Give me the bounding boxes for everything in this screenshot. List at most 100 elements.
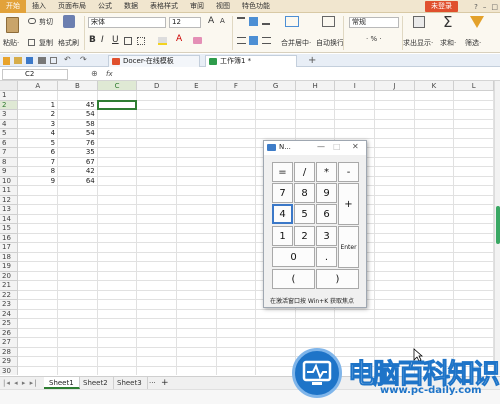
cell[interactable] bbox=[255, 309, 296, 319]
cell[interactable] bbox=[97, 280, 138, 291]
row-header[interactable]: 28 bbox=[0, 347, 19, 357]
column-header[interactable]: J bbox=[374, 81, 415, 91]
font-size-select[interactable]: 12 bbox=[169, 17, 201, 28]
cell[interactable] bbox=[374, 280, 415, 291]
key-9[interactable]: 9 bbox=[316, 183, 337, 203]
column-header[interactable]: E bbox=[176, 81, 217, 91]
cell[interactable] bbox=[97, 204, 138, 215]
name-box[interactable]: C2 bbox=[2, 69, 68, 80]
active-cell[interactable] bbox=[97, 100, 138, 110]
cell[interactable] bbox=[216, 176, 257, 186]
sum-button[interactable]: 求和· bbox=[440, 38, 456, 48]
cell[interactable] bbox=[453, 166, 494, 177]
cell[interactable] bbox=[216, 195, 257, 205]
row-header[interactable]: 30 bbox=[0, 366, 19, 375]
cell[interactable] bbox=[57, 233, 98, 243]
key-add[interactable]: + bbox=[338, 183, 359, 225]
cell[interactable] bbox=[453, 100, 494, 110]
cell[interactable] bbox=[453, 223, 494, 234]
cell[interactable] bbox=[334, 309, 376, 319]
border-icon[interactable] bbox=[124, 37, 132, 45]
row-header[interactable]: 10 bbox=[0, 176, 19, 186]
key-decimal[interactable]: . bbox=[316, 247, 337, 267]
cell[interactable] bbox=[17, 90, 59, 101]
cell[interactable] bbox=[216, 261, 257, 272]
cell[interactable] bbox=[17, 204, 59, 215]
cell[interactable] bbox=[97, 90, 138, 101]
cell[interactable] bbox=[414, 109, 455, 120]
number-format-select[interactable]: 常规 bbox=[349, 17, 399, 28]
column-header[interactable]: K bbox=[414, 81, 455, 91]
login-button[interactable]: 未登录 bbox=[425, 1, 458, 12]
cell[interactable] bbox=[453, 90, 494, 101]
cell[interactable] bbox=[414, 204, 455, 215]
cell[interactable] bbox=[414, 176, 455, 186]
close-icon[interactable]: ✕ bbox=[352, 142, 359, 151]
cell[interactable] bbox=[97, 290, 138, 300]
cell[interactable] bbox=[17, 242, 59, 253]
scroll-thumb[interactable] bbox=[496, 206, 500, 244]
cell[interactable] bbox=[97, 157, 138, 167]
cell[interactable] bbox=[374, 166, 415, 177]
cell[interactable] bbox=[176, 252, 217, 262]
percent-button[interactable]: · % · bbox=[366, 35, 382, 43]
menu-special[interactable]: 特色功能 bbox=[236, 0, 276, 13]
cell[interactable] bbox=[176, 166, 217, 177]
cell[interactable] bbox=[136, 128, 177, 139]
print-icon[interactable] bbox=[38, 57, 46, 64]
key-5[interactable]: 5 bbox=[294, 204, 315, 224]
menu-view[interactable]: 视图 bbox=[210, 0, 236, 13]
cell[interactable] bbox=[97, 299, 138, 310]
cell[interactable] bbox=[374, 90, 415, 101]
align-top-icon[interactable] bbox=[237, 17, 245, 25]
cell[interactable] bbox=[453, 157, 494, 167]
cell[interactable] bbox=[97, 147, 138, 158]
cell[interactable] bbox=[255, 366, 296, 375]
minimize-icon[interactable]: — bbox=[317, 142, 325, 151]
cell[interactable] bbox=[374, 299, 415, 310]
formula-input[interactable] bbox=[122, 69, 498, 80]
add-sheet-button[interactable]: + bbox=[156, 377, 174, 389]
cell[interactable] bbox=[453, 261, 494, 272]
cell[interactable] bbox=[176, 299, 217, 310]
row-header[interactable]: 27 bbox=[0, 337, 19, 348]
cell[interactable] bbox=[57, 252, 98, 262]
cell[interactable]: 2 bbox=[17, 109, 59, 120]
key-subtract[interactable]: - bbox=[338, 162, 359, 182]
cell[interactable] bbox=[255, 347, 296, 357]
bold-button[interactable]: B bbox=[89, 35, 96, 45]
cell[interactable] bbox=[453, 128, 494, 139]
cell[interactable] bbox=[176, 261, 217, 272]
cell[interactable] bbox=[216, 290, 257, 300]
key-equals[interactable]: = bbox=[272, 162, 293, 182]
cell[interactable] bbox=[216, 280, 257, 291]
cell[interactable] bbox=[334, 100, 376, 110]
cell[interactable] bbox=[414, 214, 455, 224]
select-all-corner[interactable] bbox=[0, 81, 19, 91]
cell[interactable] bbox=[374, 233, 415, 243]
cell[interactable] bbox=[374, 252, 415, 262]
cell[interactable] bbox=[97, 195, 138, 205]
cell[interactable] bbox=[57, 280, 98, 291]
cell[interactable] bbox=[295, 119, 336, 129]
cell[interactable] bbox=[176, 90, 217, 101]
cell[interactable] bbox=[17, 195, 59, 205]
cell[interactable] bbox=[374, 195, 415, 205]
cell[interactable] bbox=[97, 233, 138, 243]
cell[interactable] bbox=[57, 366, 98, 375]
cell[interactable]: 9 bbox=[17, 176, 59, 186]
key-1[interactable]: 1 bbox=[272, 226, 293, 246]
cell[interactable] bbox=[176, 100, 217, 110]
menu-review[interactable]: 审阅 bbox=[184, 0, 210, 13]
cell[interactable] bbox=[136, 147, 177, 158]
cell[interactable] bbox=[176, 280, 217, 291]
cell[interactable] bbox=[136, 252, 177, 262]
zoom-icon[interactable]: ⊕ bbox=[91, 69, 98, 78]
cell[interactable] bbox=[57, 223, 98, 234]
menu-home[interactable]: 开始 bbox=[0, 0, 26, 13]
cell[interactable] bbox=[374, 290, 415, 300]
key-4[interactable]: 4 bbox=[272, 204, 293, 224]
cell[interactable] bbox=[414, 261, 455, 272]
key-3[interactable]: 3 bbox=[316, 226, 337, 246]
cell[interactable] bbox=[136, 204, 177, 215]
